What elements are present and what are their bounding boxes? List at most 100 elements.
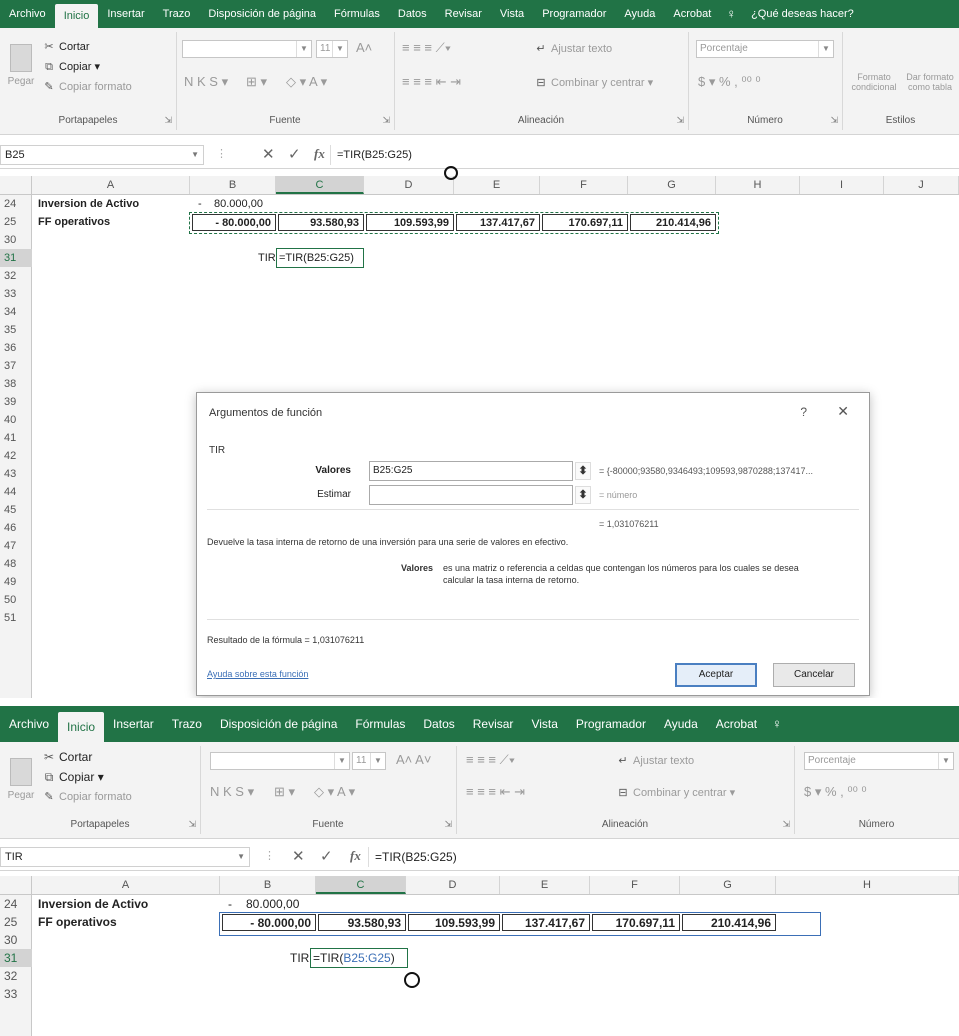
row-header[interactable]: 41: [0, 429, 32, 447]
alignment-launcher-icon[interactable]: ⇲: [782, 819, 790, 830]
col-header-a[interactable]: A: [32, 176, 190, 194]
font-size-combo[interactable]: 11 ▼: [316, 40, 348, 58]
align-left-icon[interactable]: ≡ ≡ ≡ ⇤ ⇥: [466, 784, 525, 800]
row-header[interactable]: 30: [0, 931, 32, 949]
col-header-i[interactable]: I: [800, 176, 884, 194]
name-box[interactable]: TIR ▼: [0, 847, 250, 867]
tir-edit-cell[interactable]: =TIR(B25:G25): [310, 948, 408, 968]
col-header-b[interactable]: B: [220, 876, 316, 894]
tab-vista[interactable]: Vista: [491, 0, 533, 28]
row-header[interactable]: 38: [0, 375, 32, 393]
tab-inicio[interactable]: Inicio: [54, 4, 99, 28]
cell-a24[interactable]: Inversion de Activo: [38, 196, 139, 213]
formula-input[interactable]: =TIR(B25:G25): [330, 145, 959, 165]
number-launcher-icon[interactable]: ⇲: [830, 115, 838, 126]
cell-g25[interactable]: 210.414,96: [682, 914, 776, 931]
paste-button[interactable]: Pegar: [4, 38, 38, 98]
tab-archivo[interactable]: Archivo: [0, 706, 58, 742]
tab-revisar[interactable]: Revisar: [464, 706, 523, 742]
tab-ayuda[interactable]: Ayuda: [655, 706, 707, 742]
bold-button[interactable]: N K S ▾: [184, 74, 228, 90]
tir-edit-cell[interactable]: =TIR(B25:G25): [276, 248, 364, 268]
row-header[interactable]: 37: [0, 357, 32, 375]
row-header[interactable]: 33: [0, 285, 32, 303]
tab-formulas[interactable]: Fórmulas: [325, 0, 389, 28]
col-header-e[interactable]: E: [454, 176, 540, 194]
insert-function-icon[interactable]: fx: [314, 146, 325, 162]
tab-archivo[interactable]: Archivo: [0, 0, 55, 28]
cell-d25[interactable]: 109.593,99: [366, 214, 454, 231]
font-name-combo[interactable]: ▼: [182, 40, 312, 58]
format-table-button[interactable]: Dar formato como tabla: [904, 72, 956, 92]
grow-font-icon[interactable]: A˄: [356, 40, 372, 55]
help-link[interactable]: Ayuda sobre esta función: [207, 669, 308, 679]
format-painter-button[interactable]: ✎ Copiar formato: [42, 80, 131, 93]
number-format-combo[interactable]: Porcentaje ▼: [804, 752, 954, 770]
font-name-combo[interactable]: ▼: [210, 752, 350, 770]
row-header[interactable]: 24: [0, 195, 32, 213]
collapse-dialog-icon[interactable]: ⬍: [575, 462, 591, 480]
font-launcher-icon[interactable]: ⇲: [444, 819, 452, 830]
name-box[interactable]: B25 ▼: [0, 145, 204, 165]
enter-check-icon[interactable]: ✓: [288, 145, 301, 163]
cancel-button[interactable]: Cancelar: [773, 663, 855, 687]
tab-trazo[interactable]: Trazo: [154, 0, 200, 28]
row-header[interactable]: 31: [0, 249, 32, 267]
row-header[interactable]: 24: [0, 895, 32, 913]
cell-f25[interactable]: 170.697,11: [592, 914, 680, 931]
col-header-h[interactable]: H: [716, 176, 800, 194]
cancel-icon[interactable]: ✕: [292, 847, 305, 865]
wrap-text-button[interactable]: ↵ Ajustar texto: [616, 754, 694, 767]
number-format-combo[interactable]: Porcentaje ▼: [696, 40, 834, 58]
tab-vista[interactable]: Vista: [522, 706, 566, 742]
wrap-text-button[interactable]: ↵ Ajustar texto: [534, 42, 612, 55]
row-header[interactable]: 32: [0, 967, 32, 985]
cancel-icon[interactable]: ✕: [262, 145, 275, 163]
row-header[interactable]: 40: [0, 411, 32, 429]
tab-inicio[interactable]: Inicio: [58, 712, 105, 742]
arg-valores-input[interactable]: B25:G25: [369, 461, 573, 481]
row-header[interactable]: 44: [0, 483, 32, 501]
alignment-launcher-icon[interactable]: ⇲: [676, 115, 684, 126]
tell-me-box[interactable]: ¿Qué deseas hacer?: [742, 0, 863, 28]
row-header[interactable]: 33: [0, 985, 32, 1003]
col-header-c[interactable]: C: [276, 176, 364, 194]
cell-c25[interactable]: 93.580,93: [318, 914, 406, 931]
tab-insertar[interactable]: Insertar: [98, 0, 153, 28]
col-header-e[interactable]: E: [500, 876, 590, 894]
row-header[interactable]: 49: [0, 573, 32, 591]
cell-g25[interactable]: 210.414,96: [630, 214, 716, 231]
copy-button[interactable]: ⧉ Copiar ▾: [42, 770, 104, 785]
merge-center-button[interactable]: ⊟ Combinar y centrar ▾: [534, 76, 653, 89]
tab-disposicion[interactable]: Disposición de página: [199, 0, 325, 28]
cell-b25[interactable]: - 80.000,00: [222, 914, 316, 931]
enter-check-icon[interactable]: ✓: [320, 847, 333, 865]
col-header-g[interactable]: G: [628, 176, 716, 194]
row-header[interactable]: 50: [0, 591, 32, 609]
tab-insertar[interactable]: Insertar: [104, 706, 163, 742]
close-icon[interactable]: ✕: [837, 403, 849, 420]
currency-icon[interactable]: $ ▾ % , ⁰⁰ ⁰: [698, 74, 761, 90]
tab-datos[interactable]: Datos: [414, 706, 463, 742]
tab-programador[interactable]: Programador: [567, 706, 655, 742]
cut-button[interactable]: ✂ Cortar: [42, 750, 92, 764]
col-header-d[interactable]: D: [406, 876, 500, 894]
tab-formulas[interactable]: Fórmulas: [346, 706, 414, 742]
paste-button[interactable]: Pegar: [4, 752, 38, 812]
cell-b25[interactable]: - 80.000,00: [192, 214, 276, 231]
clipboard-launcher-icon[interactable]: ⇲: [188, 819, 196, 830]
format-painter-button[interactable]: ✎ Copiar formato: [42, 790, 131, 803]
cell-e25[interactable]: 137.417,67: [456, 214, 540, 231]
tab-ayuda[interactable]: Ayuda: [615, 0, 664, 28]
cell-f25[interactable]: 170.697,11: [542, 214, 628, 231]
clipboard-launcher-icon[interactable]: ⇲: [164, 115, 172, 126]
font-launcher-icon[interactable]: ⇲: [382, 115, 390, 126]
currency-icon[interactable]: $ ▾ % , ⁰⁰ ⁰: [804, 784, 867, 800]
cell-b24[interactable]: 80.000,00: [214, 196, 263, 213]
row-header[interactable]: 35: [0, 321, 32, 339]
tab-programador[interactable]: Programador: [533, 0, 615, 28]
row-header[interactable]: 25: [0, 213, 32, 231]
tab-datos[interactable]: Datos: [389, 0, 436, 28]
insert-function-icon[interactable]: fx: [350, 848, 361, 864]
col-header-a[interactable]: A: [32, 876, 220, 894]
